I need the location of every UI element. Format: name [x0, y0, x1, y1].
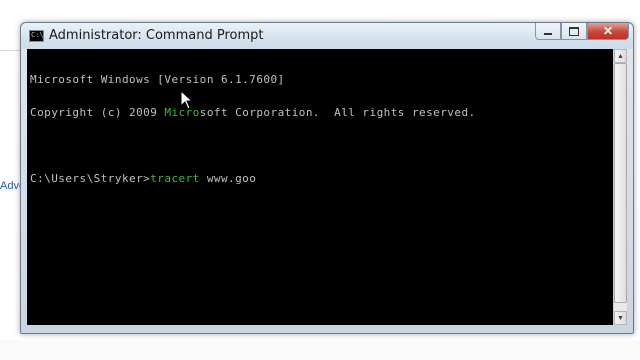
copyright-text-start: Copyright (c) 2009 [30, 106, 165, 119]
window-title: Administrator: Command Prompt [49, 28, 264, 43]
console-line-copyright: Copyright (c) 2009 Microsoft Corporation… [30, 107, 476, 118]
close-button[interactable]: ✕ [587, 23, 629, 40]
cmd-console-icon[interactable]: C:\ [29, 30, 44, 42]
minimize-button[interactable] [535, 23, 561, 40]
command-prompt-window[interactable]: C:\ Administrator: Command Prompt ✕ Micr… [20, 22, 634, 334]
console-text: Microsoft Windows [Version 6.1.7600] Cop… [30, 52, 476, 206]
console-command-line[interactable]: C:\Users\Stryker>tracert www.goo [30, 173, 476, 184]
maximize-button[interactable] [561, 23, 587, 40]
vertical-scrollbar[interactable]: ▲ ▼ [613, 49, 627, 325]
scrollbar-thumb[interactable] [614, 63, 627, 303]
close-icon: ✕ [602, 24, 614, 38]
command-name: tracert [150, 172, 200, 185]
window-controls: ✕ [535, 23, 629, 41]
mouse-pointer-icon [180, 90, 194, 110]
scroll-up-button[interactable]: ▲ [614, 49, 627, 63]
console-prompt: C:\Users\Stryker> [30, 172, 151, 185]
copyright-text-end: soft Corporation. All rights reserved. [199, 106, 476, 119]
chevron-up-icon: ▲ [617, 52, 624, 60]
title-bar[interactable]: C:\ Administrator: Command Prompt ✕ [21, 23, 633, 49]
chevron-down-icon: ▼ [617, 314, 624, 322]
console-output-area[interactable]: Microsoft Windows [Version 6.1.7600] Cop… [27, 49, 613, 325]
command-argument: www.goo [199, 172, 257, 185]
scroll-down-button[interactable]: ▼ [614, 311, 627, 325]
console-line-version: Microsoft Windows [Version 6.1.7600] [30, 73, 285, 86]
background-footer [0, 340, 640, 360]
